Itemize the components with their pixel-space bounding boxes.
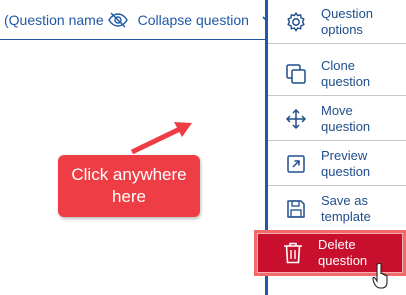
menu-item-label: Save as template <box>321 192 371 224</box>
hand-cursor-icon <box>372 262 388 289</box>
question-actions-menu: Question options Clone question Move que… <box>254 0 406 295</box>
pointer-arrow-icon <box>130 122 192 155</box>
clone-icon <box>284 62 308 86</box>
question-options-button[interactable]: Question options <box>268 0 406 44</box>
clone-question-button[interactable]: Clone question <box>268 52 406 96</box>
menu-item-label: Preview question <box>321 147 371 179</box>
question-editor-pane[interactable]: (Question name Collapse question Click a… <box>0 0 268 295</box>
menu-item-label: Clone question <box>321 57 371 89</box>
trash-icon <box>281 241 305 265</box>
move-icon <box>284 107 308 131</box>
move-question-button[interactable]: Move question <box>268 97 406 141</box>
question-header: (Question name Collapse question <box>0 0 268 40</box>
preview-question-button[interactable]: Preview question <box>268 142 406 186</box>
save-as-template-button[interactable]: Save as template <box>268 187 406 231</box>
gear-icon <box>284 10 308 34</box>
save-icon <box>284 197 308 221</box>
preview-icon <box>284 152 308 176</box>
click-anywhere-callout: Click anywhere here <box>58 155 200 217</box>
menu-item-label: Question options <box>321 5 374 37</box>
eye-off-icon[interactable] <box>107 12 128 28</box>
menu-item-label: Move question <box>321 102 371 134</box>
chevron-down-icon[interactable] <box>261 14 268 26</box>
collapse-question-button[interactable]: Collapse question <box>138 12 249 28</box>
question-name-label[interactable]: (Question name <box>4 12 104 28</box>
